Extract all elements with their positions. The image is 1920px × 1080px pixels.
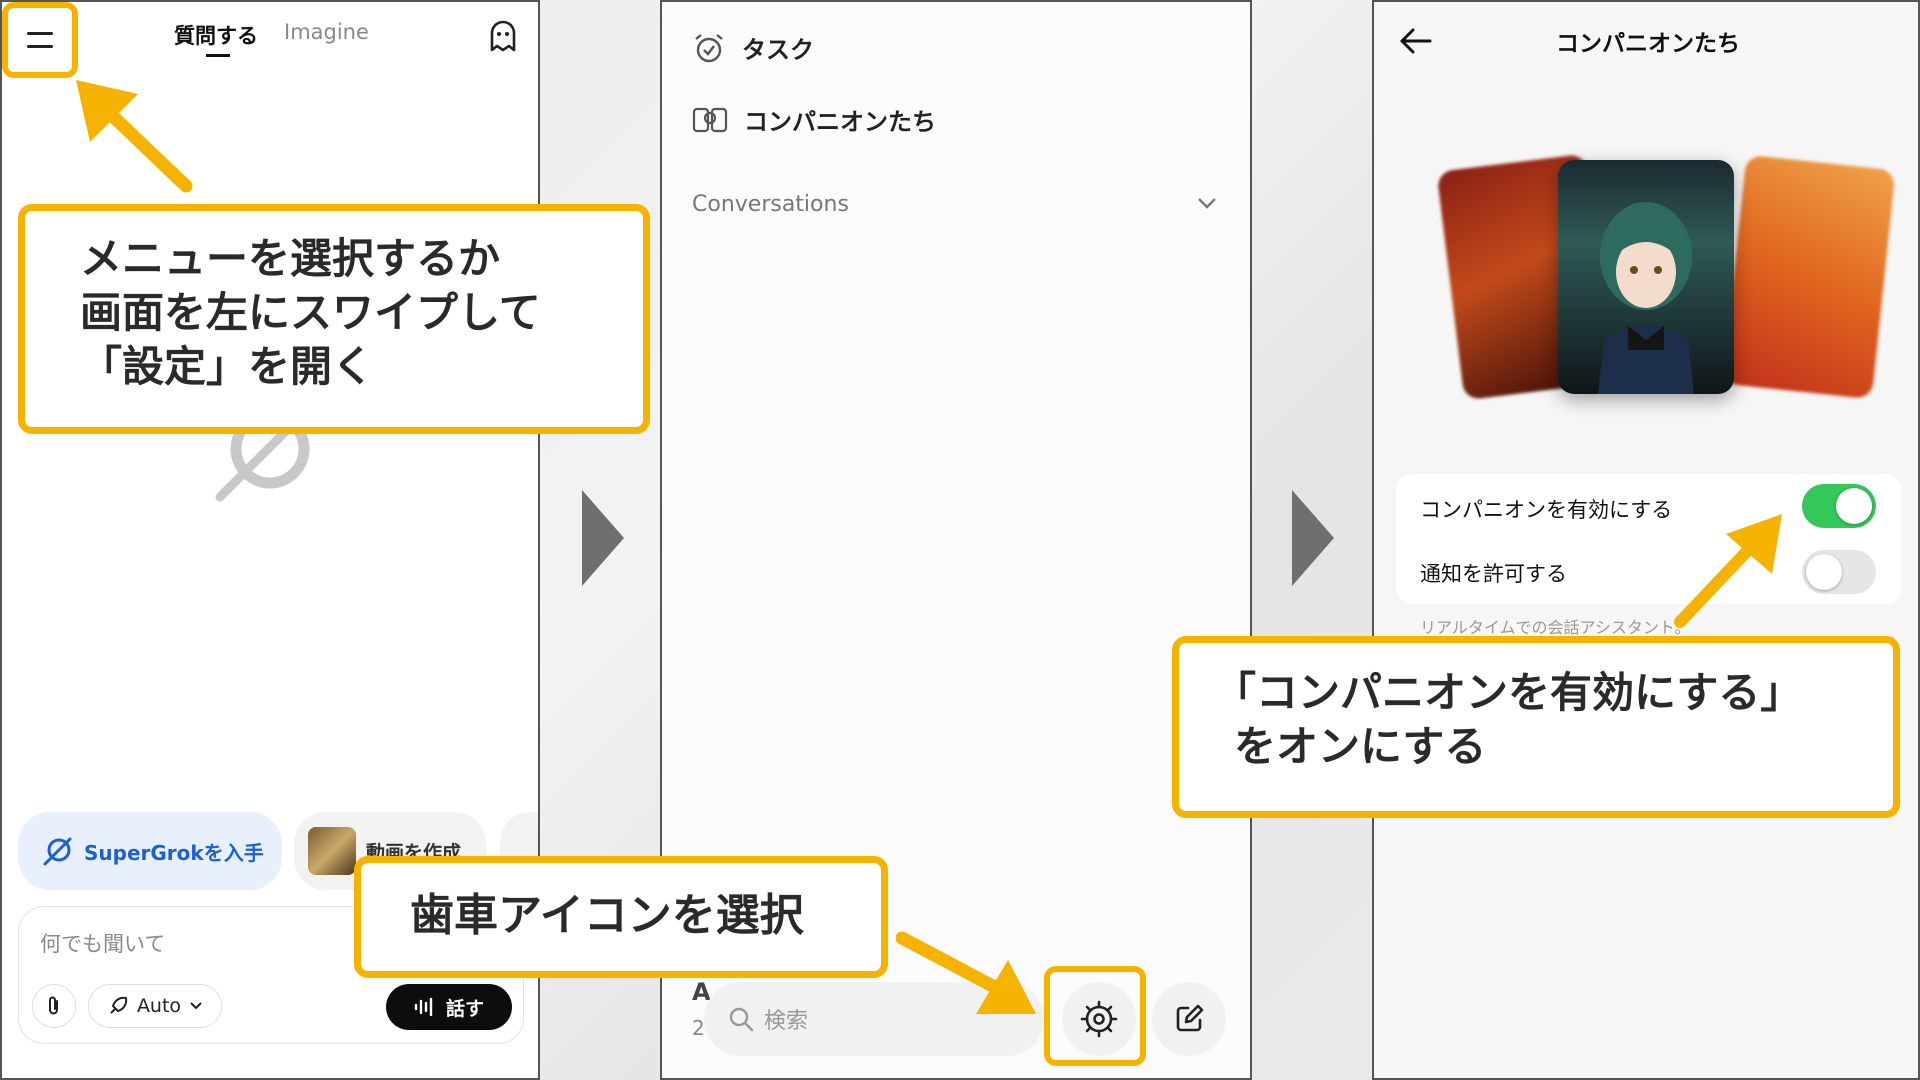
partial-conversation-date: 2	[692, 1016, 705, 1040]
allow-notifications-label: 通知を許可する	[1420, 562, 1567, 586]
rocket-icon	[110, 996, 128, 1014]
waveform-icon	[414, 998, 433, 1016]
menu-item-companions-label: コンパニオンたち	[744, 108, 936, 136]
anime-companion-avatar	[1598, 202, 1694, 394]
callout1-line2: 画面を左にスワイプして	[80, 287, 541, 337]
menu-highlight	[2, 2, 78, 78]
enable-companions-label: コンパニオンを有効にする	[1420, 498, 1673, 522]
companions-icon	[692, 107, 728, 132]
menu-item-tasks-label: タスク	[742, 36, 814, 64]
conversations-header[interactable]: Conversations	[692, 192, 849, 217]
menu-item-tasks[interactable]: タスク	[692, 30, 814, 65]
allow-notifications-toggle[interactable]	[1802, 550, 1876, 594]
tab-ask[interactable]: 質問する	[174, 20, 258, 50]
companion-card-center[interactable]	[1558, 160, 1734, 394]
attach-button[interactable]	[32, 984, 76, 1028]
speak-button[interactable]: 話す	[386, 984, 512, 1030]
enable-companions-toggle[interactable]	[1802, 484, 1876, 528]
callout1-line1: メニューを選択するか	[80, 234, 501, 283]
supergrok-icon	[43, 837, 72, 866]
chat-input[interactable]: 何でも聞いて	[40, 928, 165, 958]
settings-highlight	[1044, 966, 1146, 1066]
callout2-text: 歯車アイコンを選択	[410, 890, 804, 941]
tab-imagine[interactable]: Imagine	[284, 20, 369, 44]
paperclip-icon	[49, 996, 58, 1015]
search-icon	[729, 1007, 754, 1032]
chevron-down-icon	[190, 1002, 202, 1010]
supergrok-label: SuperGrokを入手	[84, 840, 264, 865]
mode-selector[interactable]: Auto	[88, 984, 222, 1028]
callout1-line3: 「設定」を開く	[80, 341, 375, 391]
companion-card-right[interactable]	[1722, 154, 1896, 400]
companion-description: リアルタイムでの会話アシスタント。	[1420, 618, 1691, 637]
step-arrow-2	[1292, 490, 1334, 586]
page-title: コンパニオンたち	[1556, 31, 1740, 57]
menu-item-companions[interactable]: コンパニオンたち	[692, 102, 936, 137]
video-thumbnail	[308, 827, 356, 875]
new-chat-button[interactable]	[1152, 982, 1226, 1056]
companions-settings-screen: コンパニオンたち コンパニオンを有効にする 通知を許可する リアルタイムでの会話…	[1372, 0, 1920, 1080]
ghost-icon[interactable]	[488, 20, 518, 54]
mode-label: Auto	[136, 995, 182, 1017]
callout3-line2: をオンにする	[1234, 721, 1487, 771]
step-arrow-1	[582, 490, 624, 586]
tab-underline	[206, 54, 230, 57]
pointer-arrow	[1674, 514, 1782, 628]
chevron-down-icon[interactable]	[1196, 196, 1218, 210]
supergrok-chip[interactable]: SuperGrokを入手	[18, 812, 282, 890]
callout3-line1: 「コンパニオンを有効にする」	[1214, 668, 1803, 717]
search-placeholder: 検索	[764, 1009, 809, 1034]
pointer-arrow	[76, 80, 193, 193]
pointer-arrow	[896, 931, 1036, 1014]
alarm-clock-icon	[695, 33, 723, 62]
edit-icon	[1176, 1004, 1204, 1032]
speak-label: 話す	[445, 997, 484, 1020]
